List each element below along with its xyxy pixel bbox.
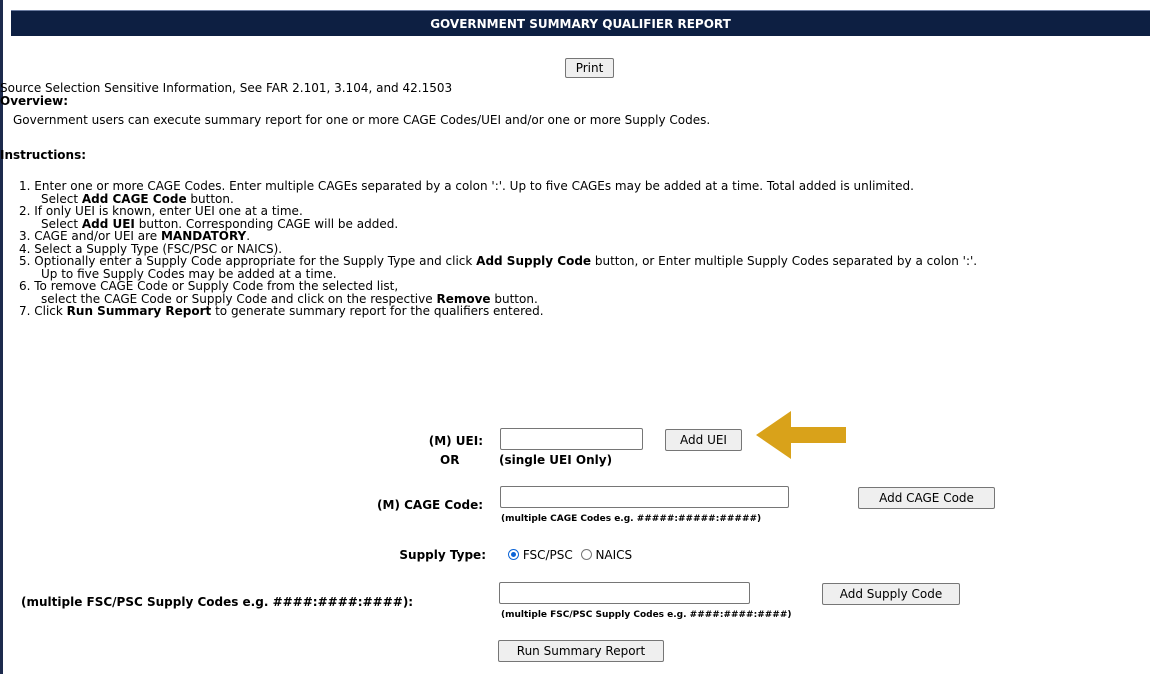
page-title: GOVERNMENT SUMMARY QUALIFIER REPORT [430, 16, 731, 31]
radio-fsc-psc[interactable] [508, 549, 519, 560]
instructions-list: 1. Enter one or more CAGE Codes. Enter m… [19, 179, 1146, 318]
supply-code-label: (multiple FSC/PSC Supply Codes e.g. ####… [21, 595, 414, 609]
cage-code-input[interactable] [500, 486, 789, 508]
add-supply-code-button[interactable]: Add Supply Code [822, 583, 960, 605]
supply-type-radio-group: FSC/PSC NAICS [508, 548, 632, 562]
arrow-left-icon [756, 411, 846, 459]
instruction-item: 2. If only UEI is known, enter UEI one a… [19, 204, 399, 231]
cage-code-hint: (multiple CAGE Codes e.g. #####:#####:##… [501, 514, 762, 524]
instruction-item: 1. Enter one or more CAGE Codes. Enter m… [19, 179, 914, 206]
supply-type-label: Supply Type: [399, 548, 486, 562]
report-header: GOVERNMENT SUMMARY QUALIFIER REPORT [11, 10, 1150, 36]
instructions-heading: Instructions: [0, 148, 87, 162]
cage-code-label: (M) CAGE Code: [377, 498, 483, 512]
add-cage-code-button[interactable]: Add CAGE Code [858, 487, 995, 509]
print-button[interactable]: Print [565, 58, 614, 78]
uei-input[interactable] [500, 428, 643, 450]
instruction-item: 6. To remove CAGE Code or Supply Code fr… [19, 279, 538, 306]
add-uei-button[interactable]: Add UEI [665, 429, 742, 451]
supply-code-hint: (multiple FSC/PSC Supply Codes e.g. ####… [501, 610, 792, 620]
or-label: OR [440, 453, 460, 467]
overview-text: Government users can execute summary rep… [13, 113, 711, 127]
supply-code-input[interactable] [499, 582, 750, 604]
overview-heading: Overview: [0, 94, 69, 108]
radio-naics-label: NAICS [595, 548, 633, 562]
instruction-item: 3. CAGE and/or UEI are MANDATORY. [19, 229, 251, 243]
radio-fsc-psc-label: FSC/PSC [522, 548, 573, 562]
sensitive-notice: Source Selection Sensitive Information, … [0, 81, 453, 95]
radio-naics[interactable] [580, 549, 592, 560]
run-summary-report-button[interactable]: Run Summary Report [498, 640, 664, 662]
uei-label: (M) UEI: [428, 434, 483, 448]
instruction-item: 5. Optionally enter a Supply Code approp… [19, 254, 978, 281]
instruction-item: 7. Click Run Summary Report to generate … [19, 304, 544, 318]
uei-hint: (single UEI Only) [499, 453, 613, 467]
